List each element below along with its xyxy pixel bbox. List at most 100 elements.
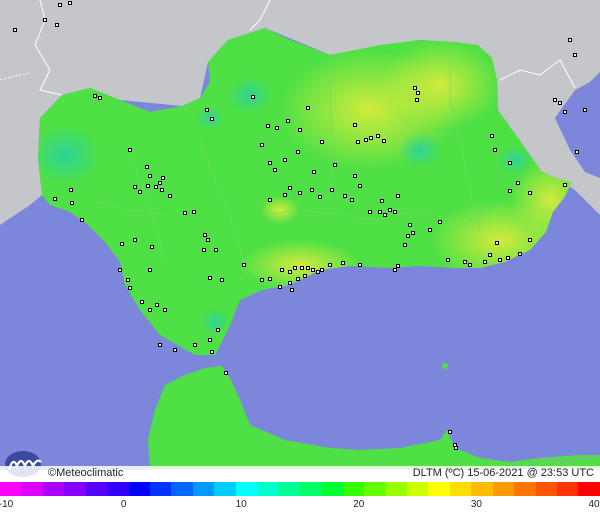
station-marker-icon[interactable] <box>528 191 532 195</box>
station-marker-icon[interactable] <box>396 264 400 268</box>
station-marker-icon[interactable] <box>220 278 224 282</box>
station-marker-icon[interactable] <box>468 263 472 267</box>
station-marker-icon[interactable] <box>316 270 320 274</box>
station-marker-icon[interactable] <box>408 223 412 227</box>
station-marker-icon[interactable] <box>148 268 152 272</box>
station-marker-icon[interactable] <box>173 348 177 352</box>
station-marker-icon[interactable] <box>413 86 417 90</box>
station-marker-icon[interactable] <box>403 243 407 247</box>
station-marker-icon[interactable] <box>411 231 415 235</box>
station-marker-icon[interactable] <box>393 268 397 272</box>
station-marker-icon[interactable] <box>293 266 297 270</box>
station-marker-icon[interactable] <box>320 140 324 144</box>
station-marker-icon[interactable] <box>214 248 218 252</box>
station-marker-icon[interactable] <box>558 101 562 105</box>
station-marker-icon[interactable] <box>145 165 149 169</box>
station-marker-icon[interactable] <box>192 210 196 214</box>
station-marker-icon[interactable] <box>53 197 57 201</box>
station-marker-icon[interactable] <box>268 161 272 165</box>
station-marker-icon[interactable] <box>428 228 432 232</box>
station-marker-icon[interactable] <box>320 268 324 272</box>
station-marker-icon[interactable] <box>55 23 59 27</box>
station-marker-icon[interactable] <box>311 268 315 272</box>
station-marker-icon[interactable] <box>58 3 62 7</box>
station-marker-icon[interactable] <box>300 266 304 270</box>
station-marker-icon[interactable] <box>280 268 284 272</box>
station-marker-icon[interactable] <box>438 220 442 224</box>
station-marker-icon[interactable] <box>158 343 162 347</box>
station-marker-icon[interactable] <box>133 238 137 242</box>
station-marker-icon[interactable] <box>310 188 314 192</box>
station-marker-icon[interactable] <box>154 185 158 189</box>
temperature-map[interactable] <box>0 0 600 470</box>
station-marker-icon[interactable] <box>306 266 310 270</box>
station-marker-icon[interactable] <box>70 201 74 205</box>
station-marker-icon[interactable] <box>382 139 386 143</box>
station-marker-icon[interactable] <box>251 95 255 99</box>
station-marker-icon[interactable] <box>415 98 419 102</box>
station-marker-icon[interactable] <box>205 108 209 112</box>
station-marker-icon[interactable] <box>140 300 144 304</box>
station-marker-icon[interactable] <box>563 110 567 114</box>
station-marker-icon[interactable] <box>275 126 279 130</box>
station-marker-icon[interactable] <box>202 248 206 252</box>
station-marker-icon[interactable] <box>498 258 502 262</box>
station-marker-icon[interactable] <box>358 184 362 188</box>
station-marker-icon[interactable] <box>393 210 397 214</box>
station-marker-icon[interactable] <box>148 174 152 178</box>
station-marker-icon[interactable] <box>288 281 292 285</box>
station-marker-icon[interactable] <box>416 91 420 95</box>
station-marker-icon[interactable] <box>508 161 512 165</box>
station-marker-icon[interactable] <box>312 170 316 174</box>
station-marker-icon[interactable] <box>80 218 84 222</box>
station-marker-icon[interactable] <box>273 168 277 172</box>
station-marker-icon[interactable] <box>13 28 17 32</box>
station-marker-icon[interactable] <box>288 186 292 190</box>
station-marker-icon[interactable] <box>133 185 137 189</box>
station-marker-icon[interactable] <box>288 270 292 274</box>
station-marker-icon[interactable] <box>298 191 302 195</box>
station-marker-icon[interactable] <box>268 198 272 202</box>
station-marker-icon[interactable] <box>350 198 354 202</box>
station-marker-icon[interactable] <box>283 158 287 162</box>
station-marker-icon[interactable] <box>283 193 287 197</box>
station-marker-icon[interactable] <box>369 136 373 140</box>
station-marker-icon[interactable] <box>343 194 347 198</box>
station-marker-icon[interactable] <box>168 194 172 198</box>
station-marker-icon[interactable] <box>575 150 579 154</box>
station-marker-icon[interactable] <box>388 208 392 212</box>
station-marker-icon[interactable] <box>148 308 152 312</box>
station-marker-icon[interactable] <box>68 1 72 5</box>
station-marker-icon[interactable] <box>150 245 154 249</box>
station-marker-icon[interactable] <box>483 260 487 264</box>
station-marker-icon[interactable] <box>493 148 497 152</box>
station-marker-icon[interactable] <box>98 96 102 100</box>
station-marker-icon[interactable] <box>328 263 332 267</box>
station-marker-icon[interactable] <box>463 260 467 264</box>
station-marker-icon[interactable] <box>128 148 132 152</box>
station-marker-icon[interactable] <box>583 108 587 112</box>
station-marker-icon[interactable] <box>146 184 150 188</box>
station-marker-icon[interactable] <box>93 94 97 98</box>
station-marker-icon[interactable] <box>210 350 214 354</box>
station-marker-icon[interactable] <box>126 278 130 282</box>
station-marker-icon[interactable] <box>318 195 322 199</box>
station-marker-icon[interactable] <box>454 446 458 450</box>
station-marker-icon[interactable] <box>488 253 492 257</box>
station-marker-icon[interactable] <box>368 210 372 214</box>
station-marker-icon[interactable] <box>216 328 220 332</box>
station-marker-icon[interactable] <box>380 199 384 203</box>
station-marker-icon[interactable] <box>260 143 264 147</box>
station-marker-icon[interactable] <box>155 303 159 307</box>
station-marker-icon[interactable] <box>183 211 187 215</box>
station-marker-icon[interactable] <box>333 163 337 167</box>
station-marker-icon[interactable] <box>268 277 272 281</box>
station-marker-icon[interactable] <box>260 278 264 282</box>
station-marker-icon[interactable] <box>506 256 510 260</box>
station-marker-icon[interactable] <box>495 241 499 245</box>
station-marker-icon[interactable] <box>446 258 450 262</box>
station-marker-icon[interactable] <box>163 308 167 312</box>
station-marker-icon[interactable] <box>43 18 47 22</box>
station-marker-icon[interactable] <box>358 263 362 267</box>
station-marker-icon[interactable] <box>353 174 357 178</box>
